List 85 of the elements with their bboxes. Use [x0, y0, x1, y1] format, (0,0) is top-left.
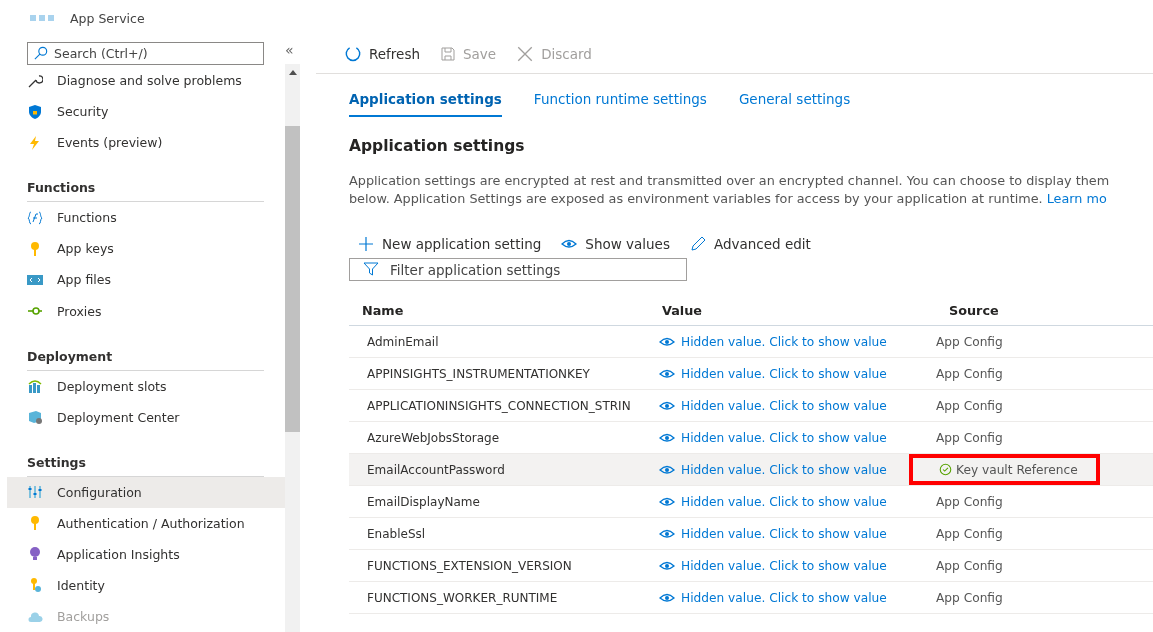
section-heading: Functions — [27, 166, 264, 203]
show-value-link[interactable]: Hidden value. Click to show value — [649, 397, 936, 414]
show-value-link[interactable]: Hidden value. Click to show value — [649, 333, 936, 350]
show-value-link[interactable]: Hidden value. Click to show value — [649, 557, 936, 574]
pencil-icon — [689, 236, 706, 252]
setting-name: EmailAccountPassword — [366, 462, 506, 477]
nav-item[interactable]: Configuration — [7, 476, 285, 508]
source-text: App Config — [936, 526, 1003, 541]
plus-icon — [358, 236, 374, 252]
source-text: App Config — [936, 494, 1003, 509]
scrollbar-thumb[interactable] — [285, 126, 300, 432]
table-row[interactable]: APPINSIGHTS_INSTRUMENTATIONKEY Hidden value. Click to show value App Config — [349, 358, 1153, 390]
check-circle-icon — [939, 463, 952, 476]
table-row[interactable]: EnableSsl Hidden value. Click to show value App Config — [349, 518, 1153, 550]
scrollbar[interactable] — [285, 64, 300, 632]
nav-item[interactable]: Events (preview) — [7, 127, 285, 159]
table-row[interactable]: EmailAccountPassword Hidden value. Click to show value Key vault Reference — [349, 454, 1153, 486]
table-row[interactable]: EmailDisplayName Hidden value. Click to show value App Config — [349, 486, 1153, 518]
section-heading: Deployment — [27, 334, 264, 371]
tab[interactable]: Function runtime settings — [533, 91, 707, 117]
source-text: App Config — [936, 366, 1003, 381]
source-text: App Config — [936, 398, 1003, 413]
command-button[interactable]: Advanced edit — [689, 236, 811, 252]
box-icon — [27, 409, 43, 426]
nav-item[interactable]: Security — [7, 96, 285, 128]
source-text: App Config — [936, 558, 1003, 573]
show-value-link[interactable]: Hidden value. Click to show value — [649, 589, 936, 606]
lightbulb-icon — [27, 546, 43, 563]
column-header: Source — [948, 303, 1000, 318]
shield-icon — [27, 103, 43, 120]
nav-item[interactable]: Deployment Center — [7, 401, 285, 433]
bar-chart-icon — [27, 378, 43, 395]
nav-item[interactable]: Proxies — [7, 295, 285, 327]
source-text: Key vault Reference — [956, 462, 1078, 477]
search-icon — [34, 46, 48, 60]
setting-name: AdminEmail — [366, 334, 440, 349]
nav-item[interactable]: Authentication / Authorization — [7, 507, 285, 539]
source-text: App Config — [936, 334, 1003, 349]
source-text: App Config — [936, 590, 1003, 605]
app-title: App Service — [70, 10, 145, 26]
collapse-button[interactable]: « — [285, 42, 312, 64]
setting-name: FUNCTIONS_EXTENSION_VERSION — [366, 558, 573, 573]
table-row[interactable]: AdminEmail Hidden value. Click to show value App Config — [349, 326, 1153, 358]
show-value-link[interactable]: Hidden value. Click to show value — [649, 429, 936, 446]
command-button[interactable]: Show values — [561, 236, 670, 252]
column-header: Value — [661, 303, 703, 318]
table-row[interactable]: FUNCTIONS_WORKER_RUNTIME Hidden value. Click to show value App Config — [349, 582, 1153, 614]
setting-name: EmailDisplayName — [366, 494, 481, 509]
source-text: App Config — [936, 430, 1003, 445]
nav-item[interactable]: Application Insights — [7, 538, 285, 570]
nav-item[interactable]: Functions — [7, 202, 285, 234]
command-button[interactable]: New application setting — [358, 236, 542, 252]
show-value-link[interactable]: Hidden value. Click to show value — [649, 525, 936, 542]
setting-name: EnableSsl — [366, 526, 427, 541]
nav-item[interactable]: App files — [7, 264, 285, 296]
setting-name: AzureWebJobsStorage — [366, 430, 501, 445]
table-row[interactable]: APPLICATIONINSIGHTS_CONNECTION_STRIN Hidden value. Click to show value App Config — [349, 390, 1153, 422]
section-title: Application settings — [349, 137, 526, 155]
show-value-link[interactable]: Hidden value. Click to show value — [649, 493, 936, 510]
show-value-link[interactable]: Hidden value. Click to show value — [649, 365, 936, 382]
tab[interactable]: Application settings — [349, 91, 502, 117]
column-header: Name — [361, 303, 405, 318]
nav-item[interactable]: Deployment slots — [7, 370, 285, 402]
nav-item[interactable]: App keys — [7, 233, 285, 265]
toolbar-button[interactable]: Refresh — [344, 44, 420, 63]
sliders-icon — [27, 484, 43, 501]
nav-item[interactable]: Diagnose and solve problems — [7, 65, 285, 97]
learn-more-link[interactable]: Learn mo — [1046, 191, 1107, 206]
setting-name: APPINSIGHTS_INSTRUMENTATIONKEY — [366, 366, 591, 381]
filter-field[interactable]: Filter application settings — [349, 258, 687, 281]
function-icon — [27, 209, 43, 226]
table-row[interactable]: FUNCTIONS_EXTENSION_VERSION Hidden value. Click to show value App Config — [349, 550, 1153, 582]
scroll-up-icon[interactable] — [288, 70, 297, 76]
section-heading: Settings — [27, 440, 264, 477]
show-value-link[interactable]: Hidden value. Click to show value — [649, 461, 936, 478]
app-logo-icon — [30, 15, 54, 21]
nav-item[interactable]: Identity — [7, 569, 285, 601]
filter-icon — [363, 261, 379, 277]
setting-name: APPLICATIONINSIGHTS_CONNECTION_STRIN — [366, 398, 632, 413]
search-field[interactable]: Search (Ctrl+/) — [27, 42, 264, 65]
close-icon — [516, 44, 535, 63]
setting-name: FUNCTIONS_WORKER_RUNTIME — [366, 590, 559, 605]
save-icon — [440, 45, 456, 62]
description-text: Application settings are encrypted at rest and transmitted over an encrypted channel. You can choose to display them below. Application Settings are exposed as environment variables for access by your application at runtime. Learn mo — [349, 172, 1111, 208]
tab[interactable]: General settings — [738, 91, 851, 117]
